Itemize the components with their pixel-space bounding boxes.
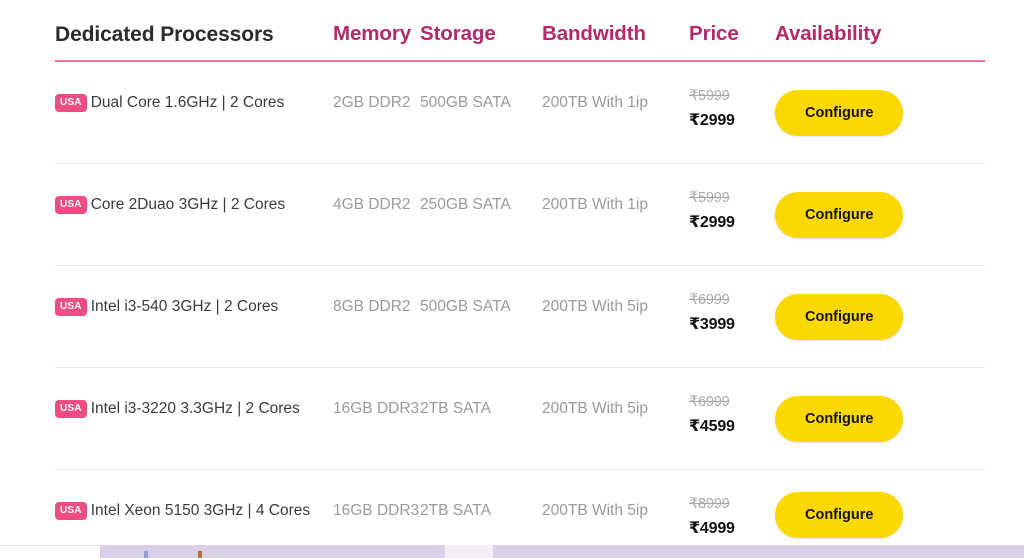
usa-flag-badge: USA — [55, 196, 87, 214]
strip-band-left — [0, 545, 100, 558]
cell-price: ₹5999 ₹2999 — [689, 62, 775, 131]
price-original: ₹5999 — [689, 88, 730, 104]
price-original: ₹8999 — [689, 496, 730, 512]
configure-button[interactable]: Configure — [775, 395, 904, 442]
pricing-page: Dedicated Processors Memory Storage Band… — [0, 0, 1024, 558]
strip-marker-blue — [144, 551, 148, 558]
cell-availability: Configure — [775, 266, 985, 367]
strip-band-mid-left — [100, 545, 445, 558]
price-original: ₹6999 — [689, 394, 730, 410]
cell-processor: USA Dual Core 1.6GHz | 2 Cores — [55, 62, 333, 114]
price-current: ₹4599 — [689, 418, 735, 435]
cell-memory: 16GB DDR3 — [333, 502, 420, 519]
cell-bandwidth: 200TB With 1ip — [542, 196, 648, 213]
cell-memory: 4GB DDR2 — [333, 196, 411, 213]
strip-band-light — [445, 545, 493, 558]
processor-name: Core 2Duao 3GHz | 2 Cores — [90, 196, 286, 213]
cell-bandwidth: 200TB With 5ip — [542, 400, 648, 417]
price-current: ₹2999 — [689, 112, 735, 129]
cell-memory: 2GB DDR2 — [333, 94, 411, 111]
cell-availability: Configure — [775, 62, 985, 163]
table-row: USA Intel i3-540 3GHz | 2 Cores 8GB DDR2 … — [55, 266, 985, 368]
cell-price: ₹8999 ₹4999 — [689, 470, 775, 539]
price-current: ₹2999 — [689, 214, 735, 231]
cell-storage: 500GB SATA — [420, 94, 511, 111]
table-row: USA Dual Core 1.6GHz | 2 Cores 2GB DDR2 5… — [55, 62, 985, 164]
cell-storage: 2TB SATA — [420, 400, 491, 417]
cell-availability: Configure — [775, 164, 985, 265]
cell-storage: 250GB SATA — [420, 196, 511, 213]
configure-button[interactable]: Configure — [775, 89, 904, 136]
column-header-bandwidth: Bandwidth — [542, 22, 646, 46]
configure-button[interactable]: Configure — [775, 191, 904, 238]
dedicated-servers-pricing-table: Dedicated Processors Memory Storage Band… — [55, 0, 985, 558]
column-header-availability: Availability — [775, 22, 882, 46]
cell-price: ₹6999 ₹3999 — [689, 266, 775, 335]
cell-price: ₹5999 ₹2999 — [689, 164, 775, 233]
cell-storage: 500GB SATA — [420, 298, 511, 315]
strip-band-right — [493, 545, 1024, 558]
configure-button[interactable]: Configure — [775, 293, 904, 340]
cell-availability: Configure — [775, 368, 985, 469]
cell-processor: USA Intel i3-540 3GHz | 2 Cores — [55, 266, 333, 318]
usa-flag-badge: USA — [55, 94, 87, 112]
table-header-row: Dedicated Processors Memory Storage Band… — [55, 0, 985, 62]
cell-bandwidth: 200TB With 5ip — [542, 502, 648, 519]
column-header-processors: Dedicated Processors — [55, 22, 274, 46]
price-current: ₹4999 — [689, 520, 735, 537]
cell-memory: 8GB DDR2 — [333, 298, 411, 315]
cell-bandwidth: 200TB With 1ip — [542, 94, 648, 111]
processor-name: Intel i3-540 3GHz | 2 Cores — [90, 298, 279, 315]
table-row: USA Core 2Duao 3GHz | 2 Cores 4GB DDR2 25… — [55, 164, 985, 266]
price-original: ₹6999 — [689, 292, 730, 308]
table-row: USA Intel i3-3220 3.3GHz | 2 Cores 16GB D… — [55, 368, 985, 470]
cell-processor: USA Intel Xeon 5150 3GHz | 4 Cores — [55, 470, 333, 522]
processor-name: Intel Xeon 5150 3GHz | 4 Cores — [90, 502, 311, 519]
column-header-storage: Storage — [420, 22, 496, 46]
cell-price: ₹6999 ₹4599 — [689, 368, 775, 437]
cell-memory: 16GB DDR3 — [333, 400, 420, 417]
usa-flag-badge: USA — [55, 502, 87, 520]
cell-processor: USA Intel i3-3220 3.3GHz | 2 Cores — [55, 368, 333, 420]
next-section-preview — [0, 545, 1024, 558]
strip-marker-brown — [198, 551, 202, 558]
processor-name: Dual Core 1.6GHz | 2 Cores — [90, 94, 285, 111]
price-current: ₹3999 — [689, 316, 735, 333]
cell-bandwidth: 200TB With 5ip — [542, 298, 648, 315]
cell-processor: USA Core 2Duao 3GHz | 2 Cores — [55, 164, 333, 216]
price-original: ₹5999 — [689, 190, 730, 206]
cell-storage: 2TB SATA — [420, 502, 491, 519]
processor-name: Intel i3-3220 3.3GHz | 2 Cores — [90, 400, 300, 417]
usa-flag-badge: USA — [55, 400, 87, 418]
configure-button[interactable]: Configure — [775, 492, 904, 538]
usa-flag-badge: USA — [55, 298, 87, 316]
column-header-memory: Memory — [333, 22, 412, 46]
column-header-price: Price — [689, 22, 739, 46]
